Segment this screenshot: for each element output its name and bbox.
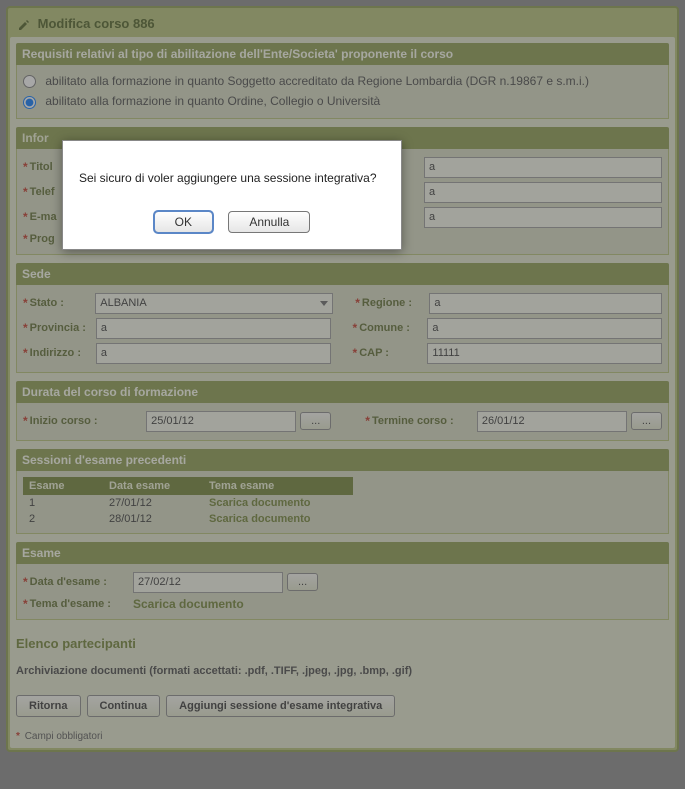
confirm-dialog: Sei sicuro di voler aggiungere una sessi… [62, 140, 402, 250]
modal-overlay [0, 0, 685, 789]
dialog-message: Sei sicuro di voler aggiungere una sessi… [79, 161, 385, 211]
dialog-ok-button[interactable]: OK [154, 211, 213, 233]
dialog-cancel-button[interactable]: Annulla [228, 211, 310, 233]
